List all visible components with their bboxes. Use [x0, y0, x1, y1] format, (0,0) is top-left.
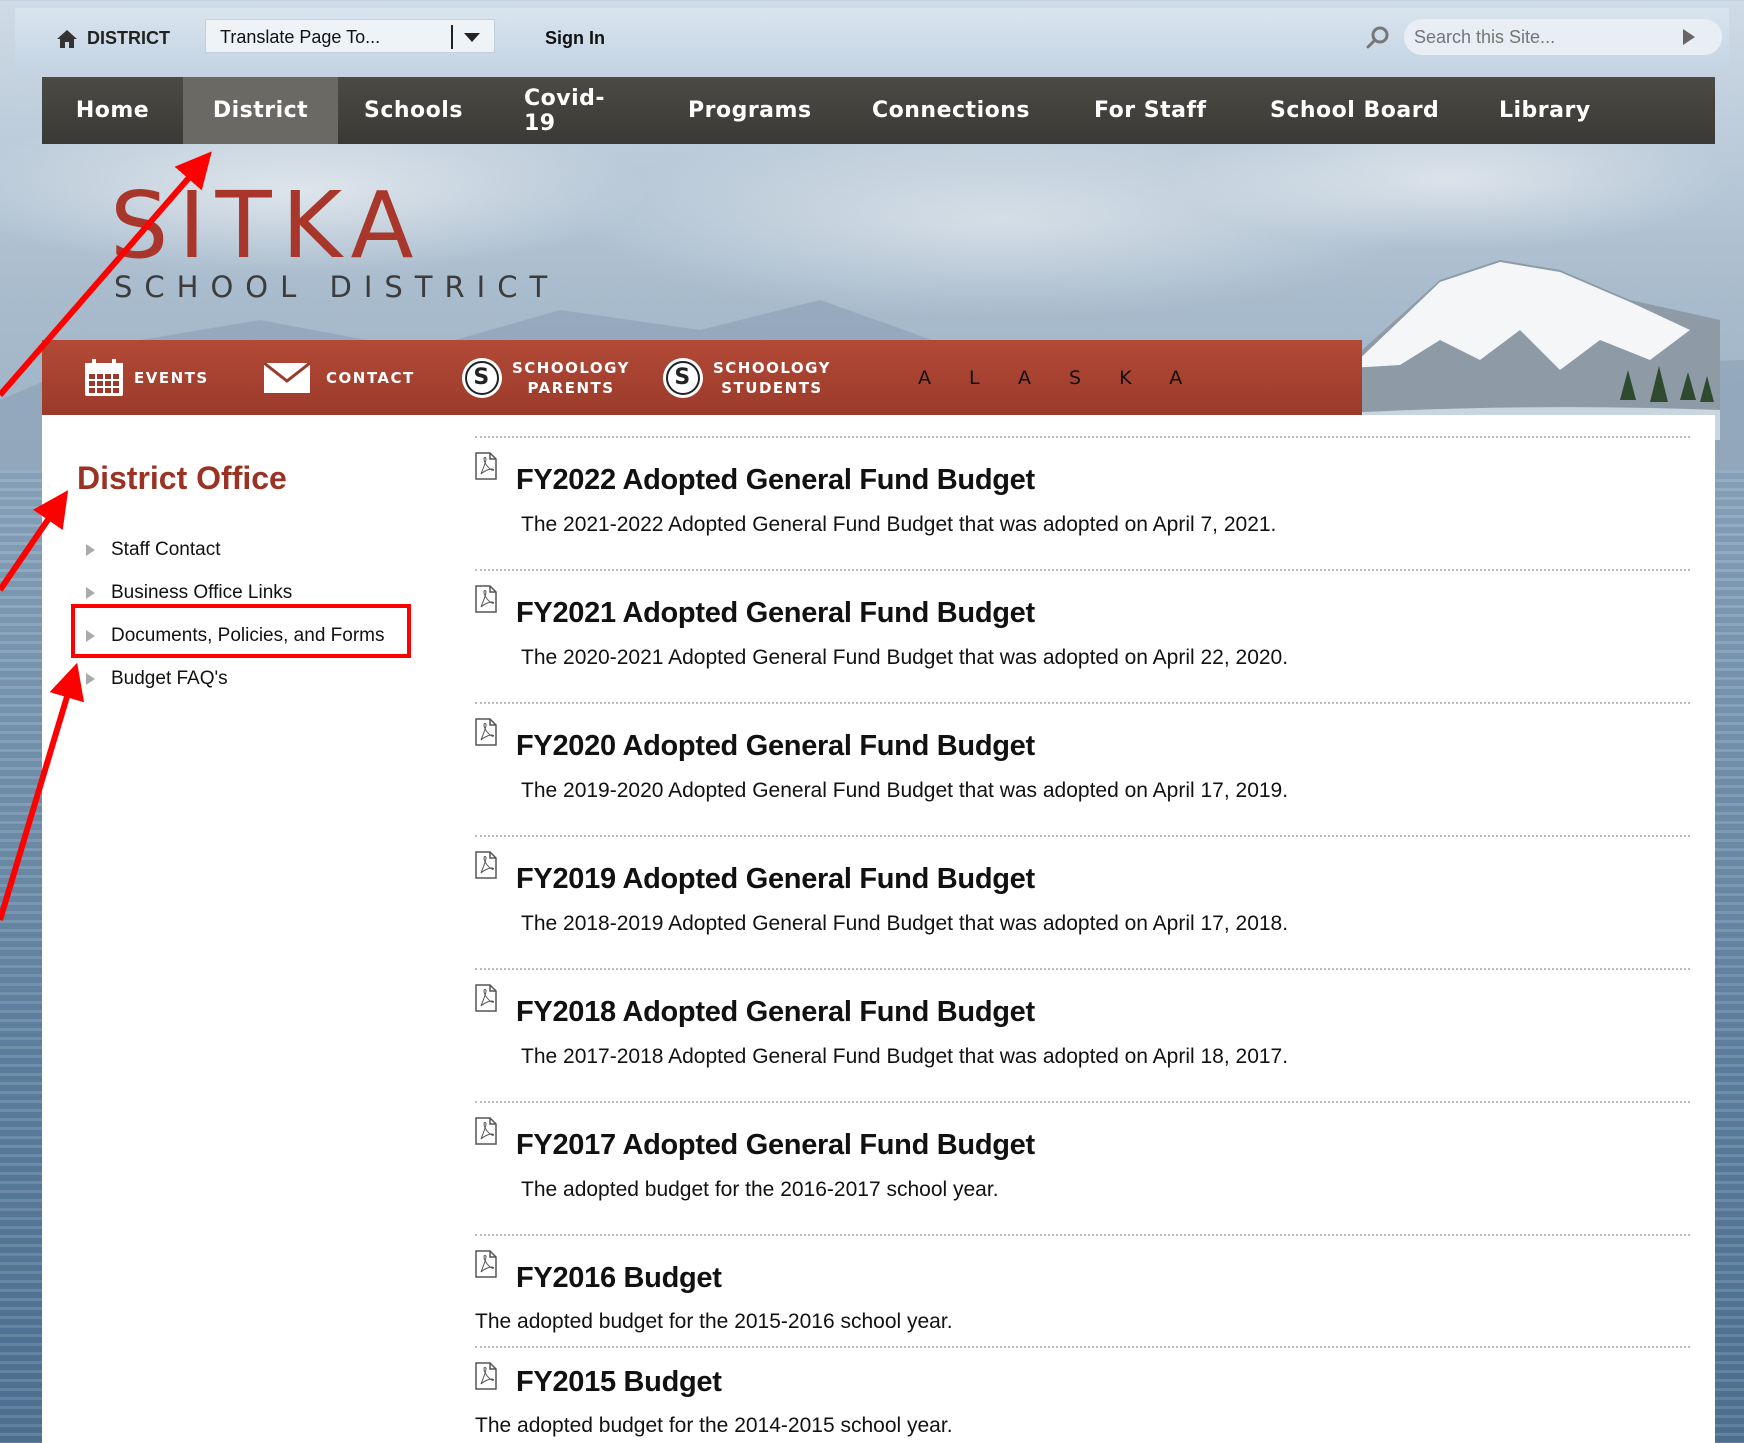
triangle-right-icon	[86, 543, 95, 556]
schoology-parents-label-top: SCHOOLOGY	[512, 358, 630, 377]
schoology-icon: S	[663, 357, 703, 398]
document-description: The 2019-2020 Adopted General Fund Budge…	[521, 779, 1289, 802]
document-item: FY2015 Budget The adopted budget for the…	[475, 1346, 1690, 1443]
utility-bar: DISTRICT Translate Page To... Sign In	[15, 8, 1729, 72]
document-title[interactable]: FY2019 Adopted General Fund Budget	[516, 863, 1035, 896]
search-submit-icon[interactable]	[1683, 29, 1695, 45]
translate-select[interactable]: Translate Page To...	[205, 19, 495, 53]
translate-separator	[451, 25, 453, 49]
schoology-icon: S	[462, 357, 502, 398]
nav-library[interactable]: Library	[1473, 77, 1633, 144]
sidebar-item-staff-contact[interactable]: Staff Contact	[86, 528, 385, 571]
document-list: FY2022 Adopted General Fund Budget The 2…	[475, 436, 1690, 1443]
document-description: The adopted budget for the 2016-2017 sch…	[521, 1178, 999, 1201]
nav-district[interactable]: District	[183, 77, 338, 144]
sidebar-title: District Office	[77, 460, 287, 496]
schoology-students-label-top: SCHOOLOGY	[713, 358, 831, 377]
schoology-students-link[interactable]: S SCHOOLOGY STUDENTS	[663, 340, 831, 415]
sidebar-item-label: Business Office Links	[111, 581, 293, 603]
events-link[interactable]: EVENTS	[84, 340, 209, 415]
nav-connections[interactable]: Connections	[846, 77, 1068, 144]
nav-school-board[interactable]: School Board	[1244, 77, 1473, 144]
document-item: FY2022 Adopted General Fund Budget The 2…	[475, 436, 1690, 569]
home-icon	[57, 29, 77, 48]
search-icon[interactable]	[1365, 25, 1391, 51]
schoology-students-label-bottom: STUDENTS	[721, 378, 823, 397]
pdf-file-icon[interactable]	[475, 851, 497, 879]
pdf-file-icon[interactable]	[475, 718, 497, 746]
region-label: ALASKA	[918, 366, 1221, 389]
site-logo-subtitle: SCHOOL DISTRICT	[114, 270, 560, 304]
site-logo-title[interactable]: SITKA	[110, 180, 423, 272]
main-nav: Home District Schools Covid-19 Programs …	[42, 77, 1715, 144]
document-item: FY2018 Adopted General Fund Budget The 2…	[475, 968, 1690, 1101]
document-item: FY2021 Adopted General Fund Budget The 2…	[475, 569, 1690, 702]
pdf-file-icon[interactable]	[475, 1362, 497, 1390]
district-home-link[interactable]: DISTRICT	[57, 28, 170, 49]
sidebar-item-label: Staff Contact	[111, 538, 221, 560]
pdf-file-icon[interactable]	[475, 585, 497, 613]
translate-label: Translate Page To...	[220, 27, 381, 47]
search-input[interactable]	[1404, 19, 1722, 55]
sidebar-item-label: Budget FAQ's	[111, 667, 228, 689]
document-description: The 2017-2018 Adopted General Fund Budge…	[521, 1045, 1289, 1068]
document-item: FY2020 Adopted General Fund Budget The 2…	[475, 702, 1690, 835]
home-label: DISTRICT	[87, 28, 170, 48]
document-item: FY2019 Adopted General Fund Budget The 2…	[475, 835, 1690, 968]
envelope-icon	[264, 362, 310, 393]
document-description: The 2020-2021 Adopted General Fund Budge…	[521, 646, 1289, 669]
document-title[interactable]: FY2020 Adopted General Fund Budget	[516, 730, 1035, 763]
sign-in-link[interactable]: Sign In	[545, 28, 605, 49]
document-description: The adopted budget for the 2015-2016 sch…	[475, 1310, 953, 1333]
nav-schools[interactable]: Schools	[338, 77, 498, 144]
document-description: The 2021-2022 Adopted General Fund Budge…	[521, 513, 1277, 536]
contact-link[interactable]: CONTACT	[264, 340, 415, 415]
document-description: The adopted budget for the 2014-2015 sch…	[475, 1414, 953, 1437]
nav-programs[interactable]: Programs	[662, 77, 846, 144]
pdf-file-icon[interactable]	[475, 1117, 497, 1145]
document-title[interactable]: FY2022 Adopted General Fund Budget	[516, 464, 1035, 497]
triangle-right-icon	[86, 586, 95, 599]
triangle-right-icon	[86, 672, 95, 685]
nav-for-staff[interactable]: For Staff	[1068, 77, 1244, 144]
events-label: EVENTS	[134, 368, 209, 387]
document-title[interactable]: FY2016 Budget	[516, 1262, 722, 1295]
sidebar-item-budget-faqs[interactable]: Budget FAQ's	[86, 657, 385, 700]
nav-home[interactable]: Home	[42, 77, 183, 144]
document-title[interactable]: FY2018 Adopted General Fund Budget	[516, 996, 1035, 1029]
document-description: The 2018-2019 Adopted General Fund Budge…	[521, 912, 1289, 935]
pdf-file-icon[interactable]	[475, 984, 497, 1012]
schoology-parents-link[interactable]: S SCHOOLOGY PARENTS	[462, 340, 630, 415]
document-item: FY2016 Budget The adopted budget for the…	[475, 1234, 1690, 1346]
contact-label: CONTACT	[326, 368, 415, 387]
quick-links-band: EVENTS CONTACT S SCHOOLOGY PARENTS S SCH…	[42, 340, 1362, 415]
document-item: FY2017 Adopted General Fund Budget The a…	[475, 1101, 1690, 1234]
calendar-icon	[85, 358, 123, 396]
document-title[interactable]: FY2017 Adopted General Fund Budget	[516, 1129, 1035, 1162]
document-title[interactable]: FY2021 Adopted General Fund Budget	[516, 597, 1035, 630]
annotation-highlight-box	[71, 604, 411, 658]
pdf-file-icon[interactable]	[475, 452, 497, 480]
nav-covid-19[interactable]: Covid-19	[498, 77, 662, 144]
pdf-file-icon[interactable]	[475, 1250, 497, 1278]
schoology-parents-label-bottom: PARENTS	[527, 378, 615, 397]
document-title[interactable]: FY2015 Budget	[516, 1366, 722, 1399]
chevron-down-icon	[464, 33, 480, 42]
